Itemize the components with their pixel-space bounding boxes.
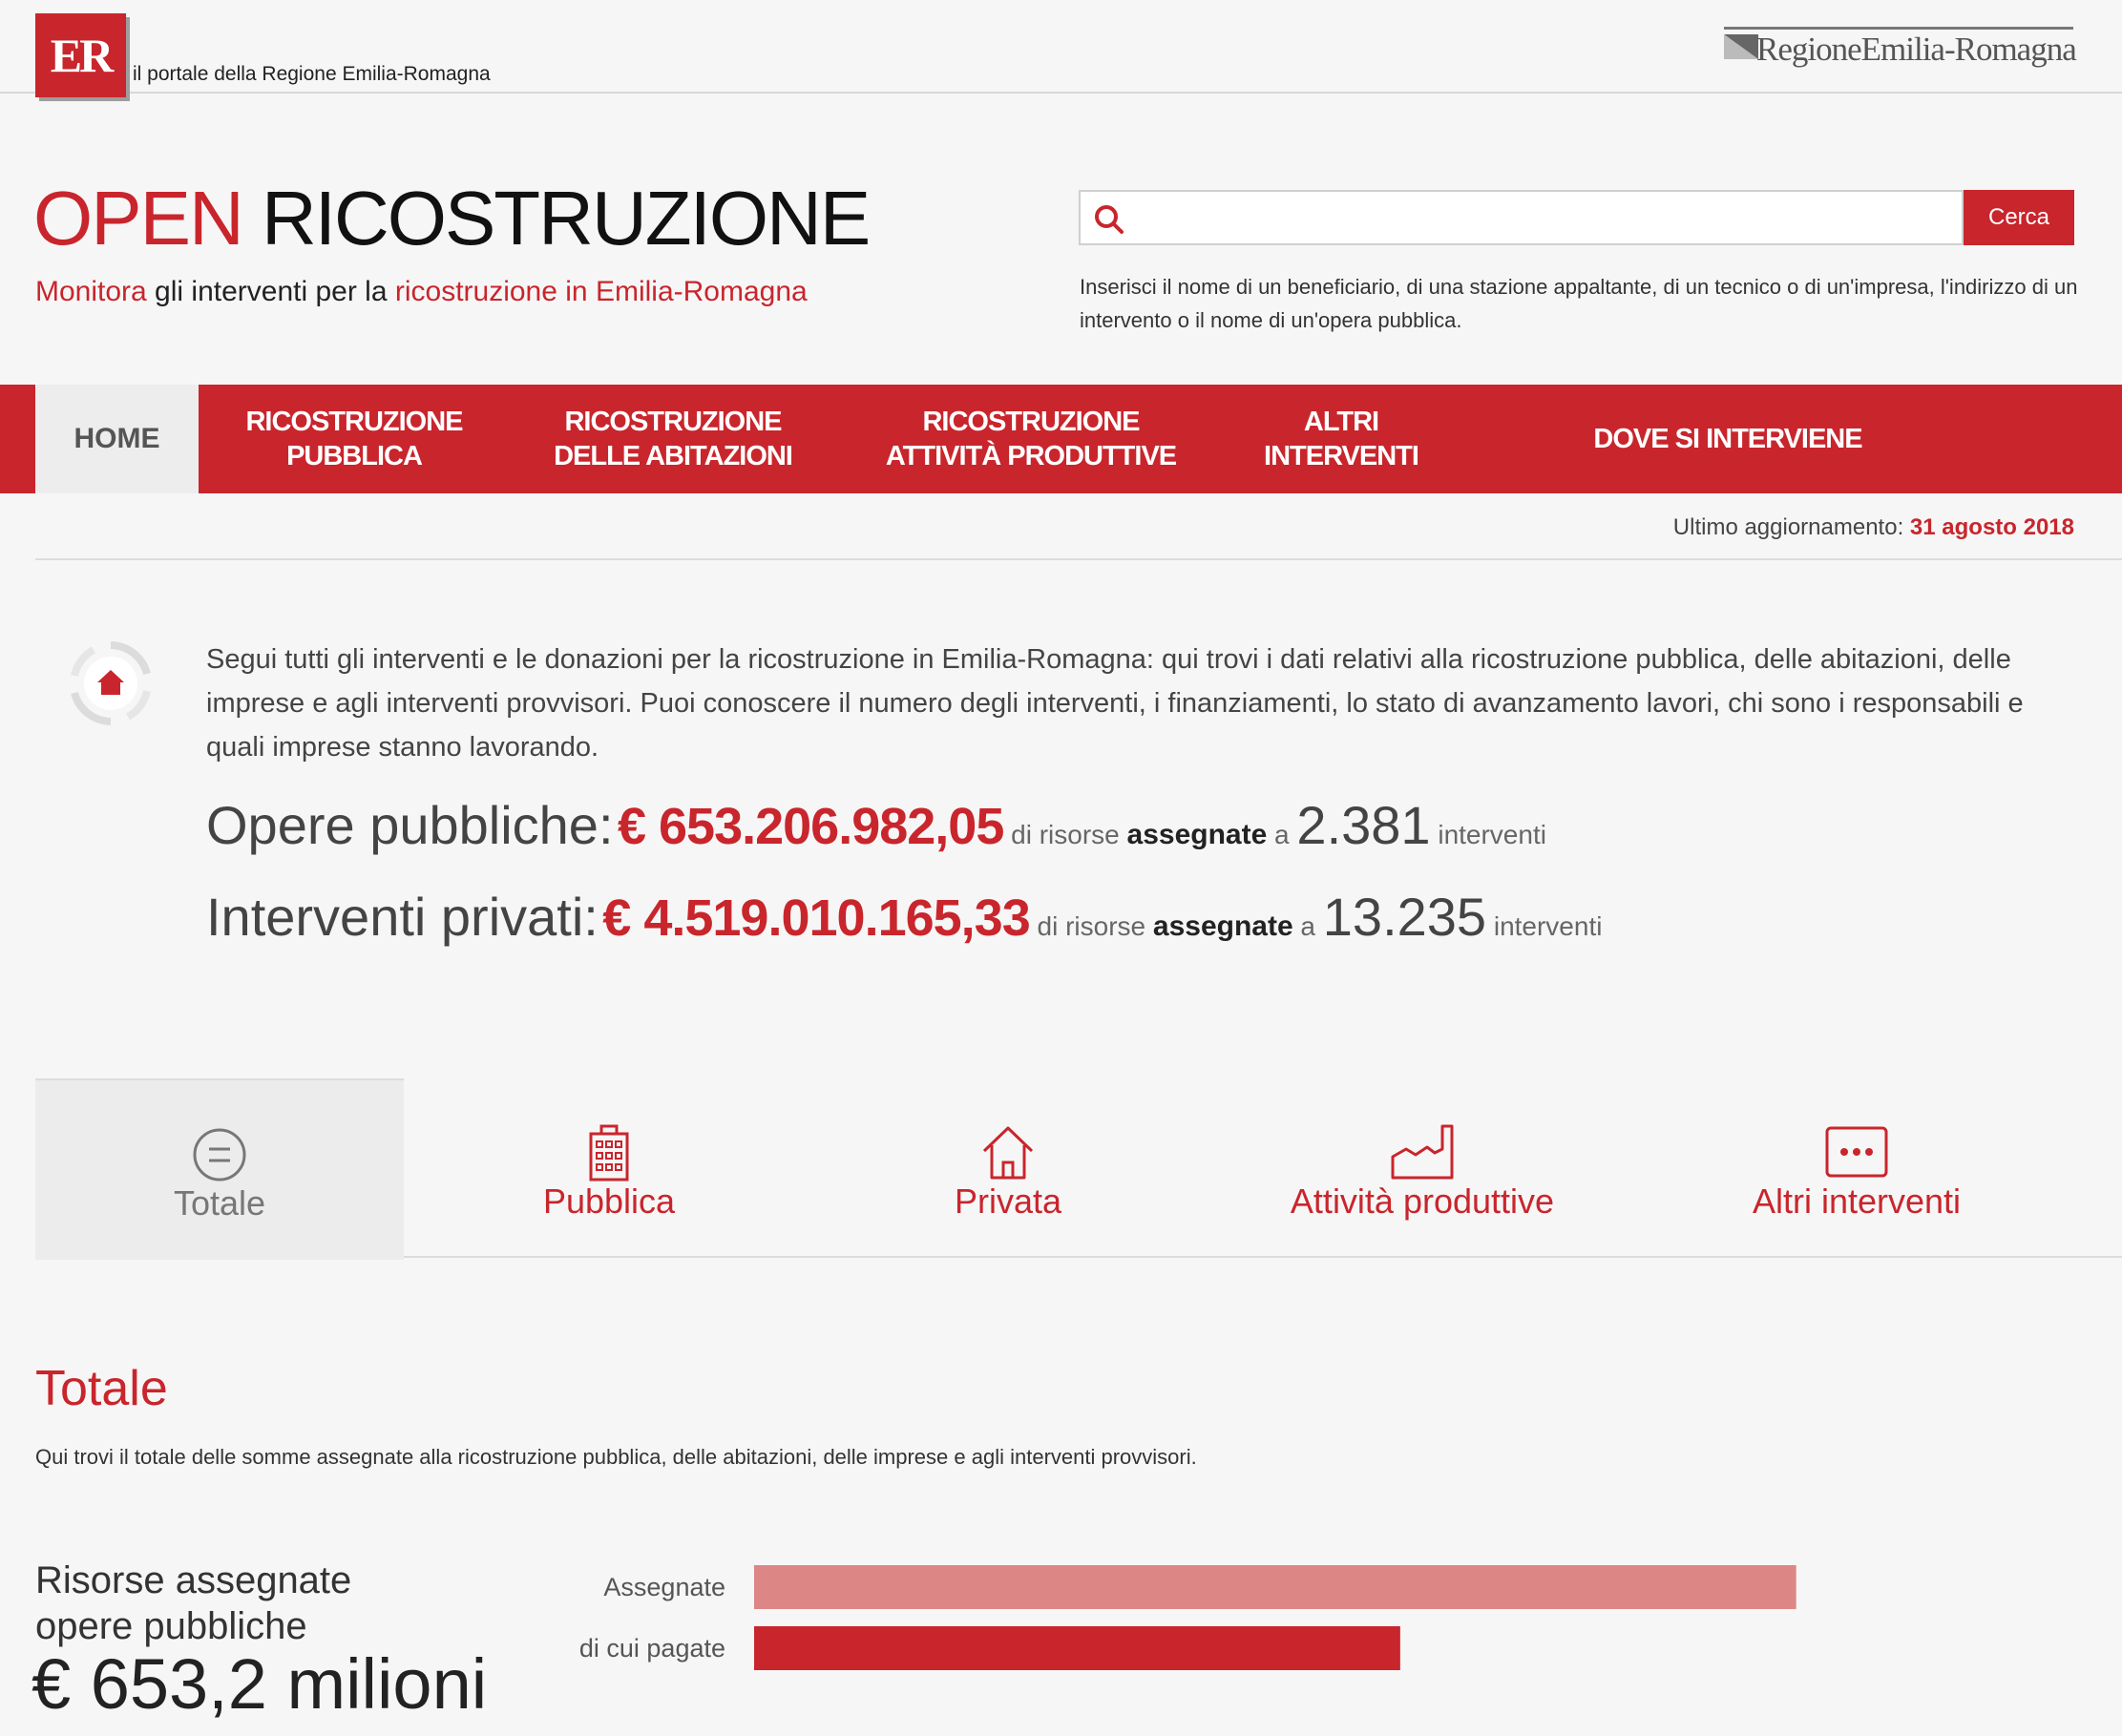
stat-unit: interventi xyxy=(1430,820,1546,849)
house-icon xyxy=(982,1126,1034,1180)
subtitle-part-3: ricostruzione in Emilia-Romagna xyxy=(394,276,808,307)
tab-altri-interventi[interactable]: Altri interventi xyxy=(1656,1078,2057,1256)
nav-ricostruzione-attivita[interactable]: RICOSTRUZIONE ATTIVITÀ PRODUTTIVE xyxy=(869,385,1193,493)
nav-label-line1: RICOSTRUZIONE xyxy=(245,407,463,437)
building-icon xyxy=(589,1124,629,1182)
search-button[interactable]: Cerca xyxy=(1964,190,2074,245)
site-subtitle: Monitora gli interventi per la ricostruz… xyxy=(35,276,808,308)
nav-home[interactable]: HOME xyxy=(35,385,199,493)
nav-label: DOVE SI INTERVIENE xyxy=(1593,424,1862,454)
bar-assegnate[interactable] xyxy=(754,1565,1796,1609)
nav-label-line2: DELLE ABITAZIONI xyxy=(554,441,793,471)
dots-box-icon xyxy=(1825,1126,1888,1178)
subtitle-part-1: Monitora xyxy=(35,276,147,307)
subtitle-part-2: gli interventi per la xyxy=(146,276,395,307)
nav-dove-si-interviene[interactable]: DOVE SI INTERVIENE xyxy=(1585,385,1871,493)
last-update-label: Ultimo aggiornamento: xyxy=(1672,514,1910,540)
resource-total: € 653,2 milioni xyxy=(32,1644,488,1724)
search-icon xyxy=(1095,205,1124,234)
nav-label-line1: RICOSTRUZIONE xyxy=(564,407,782,437)
tab-attivita-produttive[interactable]: Attività produttive xyxy=(1212,1078,1632,1256)
stat-amount: € 4.519.010.165,33 xyxy=(602,889,1030,947)
site-title-open: OPEN xyxy=(33,176,244,261)
stat-amount: € 653.206.982,05 xyxy=(617,798,1004,855)
tab-pubblica[interactable]: Pubblica xyxy=(409,1078,809,1256)
tab-label: Privata xyxy=(954,1182,1062,1221)
region-logo-text[interactable]: RegioneEmilia-Romagna xyxy=(1756,31,2077,69)
bar-pagate[interactable] xyxy=(754,1626,1400,1670)
bar-label: Assegnate xyxy=(603,1573,725,1601)
nav-ricostruzione-abitazioni[interactable]: RICOSTRUZIONE DELLE ABITAZIONI xyxy=(535,385,811,493)
er-logo[interactable]: ER xyxy=(35,13,126,97)
home-refresh-icon xyxy=(71,641,151,725)
tabs-divider xyxy=(404,1256,2122,1258)
nav-altri-interventi[interactable]: ALTRI INTERVENTI xyxy=(1241,385,1441,493)
factory-icon xyxy=(1391,1124,1454,1180)
tab-label: Altri interventi xyxy=(1752,1182,1962,1221)
stat-opere-pubbliche: Opere pubbliche: € 653.206.982,05 di ris… xyxy=(206,794,1546,856)
search-hint: Inserisci il nome di un beneficiario, di… xyxy=(1080,275,2078,332)
tab-label: Pubblica xyxy=(542,1182,676,1221)
site-title-rest: RICOSTRUZIONE xyxy=(242,176,871,261)
stat-label: Interventi privati: xyxy=(206,887,599,947)
section-title: Totale xyxy=(35,1361,168,1416)
search-input[interactable] xyxy=(1136,193,1961,244)
last-update-date: 31 agosto 2018 xyxy=(1909,514,2074,540)
stat-text: di risorse xyxy=(1029,911,1153,941)
stat-text: di risorse xyxy=(1003,820,1127,849)
last-update: Ultimo aggiornamento: 31 agosto 2018 xyxy=(1673,514,2074,541)
resources-bar-chart: Assegnate di cui pagate xyxy=(579,1565,1796,1670)
section-description: Qui trovi il totale delle somme assegnat… xyxy=(35,1445,1197,1469)
stat-label: Opere pubbliche: xyxy=(206,795,614,855)
nav-label: ALTRI INTERVENTI xyxy=(1264,407,1419,471)
tab-label: Totale xyxy=(173,1183,266,1223)
stat-text: a xyxy=(1292,911,1323,941)
site-title[interactable]: OPEN RICOSTRUZIONE xyxy=(33,176,871,261)
tab-label: Attività produttive xyxy=(1290,1182,1555,1221)
stat-strong: assegnate xyxy=(1126,819,1268,850)
stat-text: a xyxy=(1267,820,1297,849)
region-flag-icon xyxy=(1724,34,1758,59)
stat-interventi-privati: Interventi privati: € 4.519.010.165,33 d… xyxy=(206,886,1602,948)
intro-text: Segui tutti gli interventi e le donazion… xyxy=(206,644,2024,763)
portal-link[interactable]: il portale della Regione Emilia-Romagna xyxy=(133,63,491,86)
nav-label-line2: ATTIVITÀ PRODUTTIVE xyxy=(885,441,1177,471)
stat-count: 13.235 xyxy=(1322,887,1487,947)
stat-unit: interventi xyxy=(1486,911,1603,941)
stat-strong: assegnate xyxy=(1152,910,1293,942)
equals-circle-icon xyxy=(193,1128,246,1182)
region-logo-bar xyxy=(1724,27,2073,30)
resource-label-line2: opere pubbliche xyxy=(35,1605,307,1647)
tab-privata[interactable]: Privata xyxy=(808,1078,1208,1256)
bar-label: di cui pagate xyxy=(579,1634,725,1663)
tab-totale[interactable]: Totale xyxy=(35,1078,404,1260)
nav-label-line2: PUBBLICA xyxy=(286,441,423,471)
nav-ricostruzione-pubblica[interactable]: RICOSTRUZIONE PUBBLICA xyxy=(225,385,483,493)
stat-count: 2.381 xyxy=(1296,795,1431,855)
nav-label-line1: RICOSTRUZIONE xyxy=(922,407,1140,437)
resource-label-line1: Risorse assegnate xyxy=(35,1559,352,1601)
